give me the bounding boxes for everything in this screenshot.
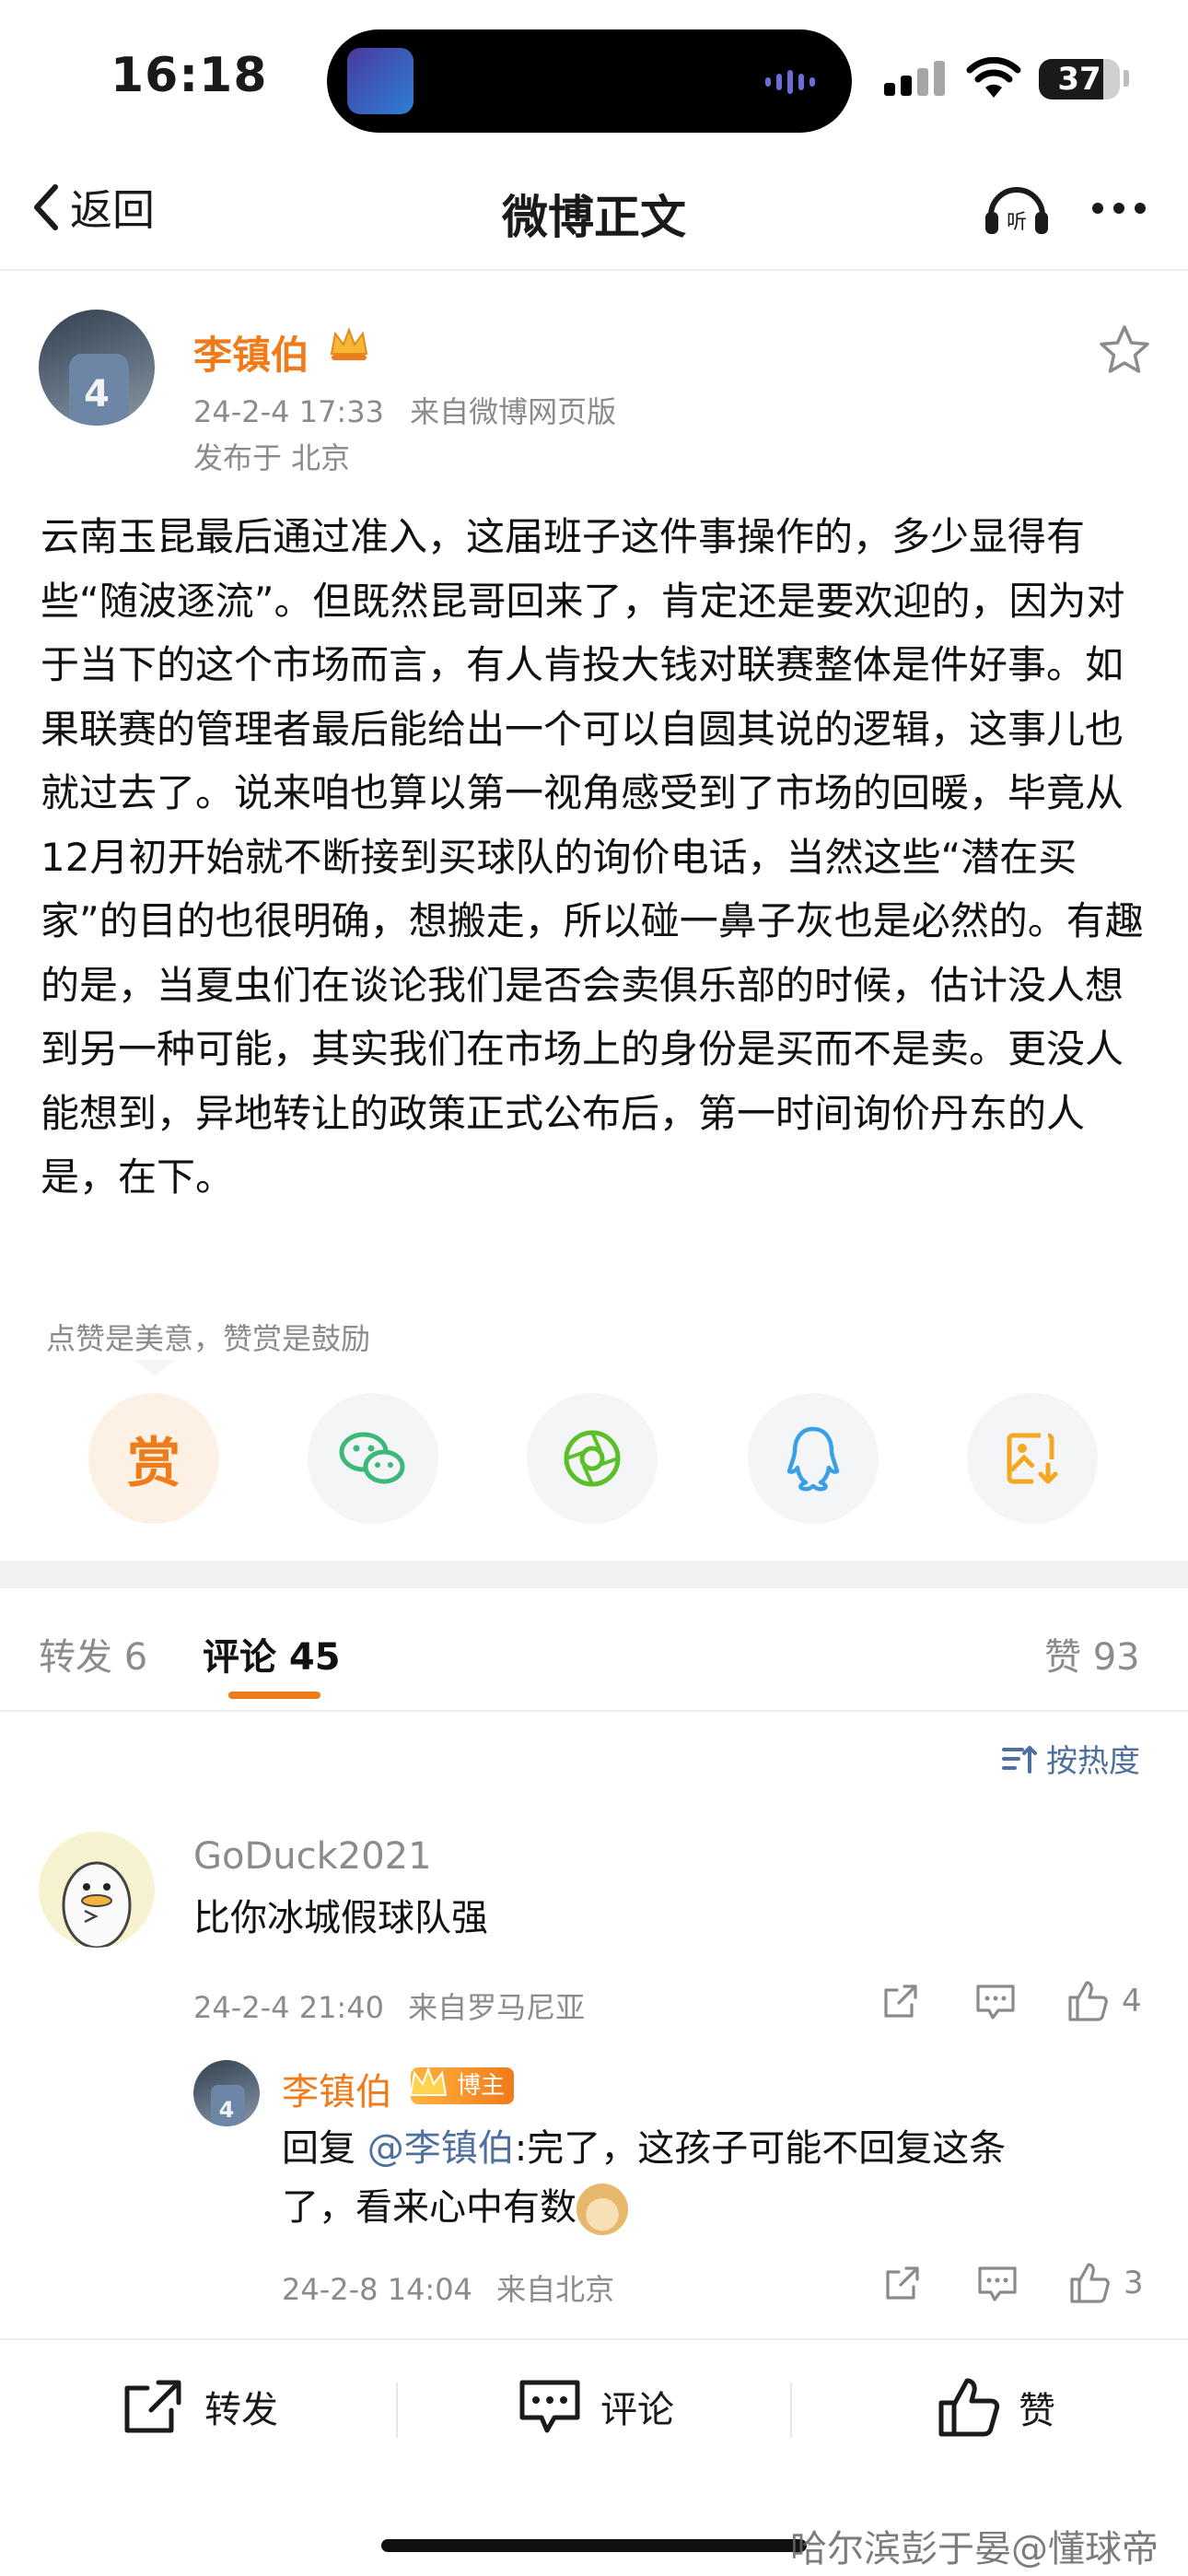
like-reply-button[interactable]: 3 (1066, 2261, 1144, 2305)
author-name[interactable]: 李镇伯 (193, 324, 309, 381)
wechat-icon (339, 1432, 405, 1484)
author-avatar[interactable]: 4 (39, 310, 155, 426)
sort-icon (1002, 1745, 1037, 1774)
battery-cap (1124, 70, 1129, 87)
favorite-star-icon[interactable] (1096, 322, 1153, 380)
reply-text-line2: 了，看来心中有数 (282, 2186, 577, 2229)
active-tab-indicator (228, 1692, 320, 1699)
comment-text: 比你冰城假球队强 (193, 1897, 488, 1939)
comment-meta: 24-2-4 21:40 来自罗马尼亚 (193, 1985, 585, 2027)
bottom-bar-divider (0, 2338, 1188, 2340)
reply-reply-icon[interactable] (976, 2263, 1019, 2303)
watermark: 哈尔滨彭于晏@懂球帝 (790, 2528, 1159, 2570)
sort-by-heat-button[interactable]: 按热度 (1000, 1736, 1140, 1781)
repost-icon (124, 2380, 181, 2433)
header-divider (0, 269, 1188, 271)
bottom-like-button[interactable]: 赞 (936, 2377, 1055, 2438)
reply-comment-icon[interactable] (974, 1981, 1017, 2021)
bottom-comment-button[interactable]: 评论 (518, 2377, 674, 2436)
reply-prefix: 回复 (282, 2127, 367, 2170)
thumbs-up-icon (1068, 1981, 1108, 2021)
comment-time: 24-2-4 21:40 (193, 1990, 384, 2025)
svg-text:听: 听 (1007, 211, 1027, 234)
bottom-separator (396, 2383, 398, 2438)
hint-pointer (134, 1360, 175, 1376)
like-icon (938, 2378, 1000, 2437)
reward-hint: 点赞是美意，赞赏是鼓励 (46, 1321, 371, 1356)
reply-avatar[interactable]: 4 (193, 2060, 260, 2126)
dynamic-island[interactable] (327, 29, 852, 133)
tab-repost[interactable]: 转发 6 (39, 1627, 147, 1680)
reply-text: 回复 @李镇伯:完了，这孩子可能不回复这条 了，看来心中有数 (282, 2119, 1129, 2237)
sort-label: 按热度 (1046, 1743, 1140, 1780)
post-location: 发布于 北京 (193, 440, 351, 475)
home-indicator[interactable] (381, 2539, 807, 2552)
comment-like-count: 4 (1122, 1983, 1142, 2020)
post-source: 来自微博网页版 (410, 394, 617, 429)
commenter-avatar[interactable] (39, 1832, 155, 1948)
reply-time: 24-2-8 14:04 (282, 2272, 472, 2307)
bottom-repost-label: 转发 (204, 2389, 278, 2431)
reply-like-count: 3 (1124, 2265, 1144, 2301)
battery-percent: 37 (1057, 61, 1101, 98)
tab-likes[interactable]: 赞 93 (1044, 1627, 1140, 1680)
status-time: 16:18 (111, 48, 268, 103)
reply-author-name[interactable]: 李镇伯 (282, 2062, 392, 2115)
audio-wave-icon (765, 70, 815, 94)
tabs-divider (0, 1710, 1188, 1712)
post-body: 云南玉昆最后通过准入，这届班子这件事操作的，多少显得有些“随波逐流”。但既然昆哥… (41, 514, 1144, 1200)
now-playing-thumbnail[interactable] (347, 48, 413, 114)
save-image-icon (1007, 1433, 1058, 1484)
reward-button[interactable]: 赏 (88, 1393, 219, 1524)
reply-meta: 24-2-8 14:04 来自北京 (282, 2266, 614, 2309)
post-timestamp: 24-2-4 17:33 (193, 394, 384, 429)
reply-mention-link[interactable]: @李镇伯 (367, 2127, 515, 2170)
reply-text-line1: :完了，这孩子可能不回复这条 (514, 2127, 1007, 2170)
repost-reply-icon[interactable] (882, 2263, 923, 2303)
thumbs-up-icon (1070, 2263, 1110, 2303)
badge-crown-icon (409, 2067, 448, 2096)
commenter-name[interactable]: GoDuck2021 (193, 1835, 432, 1878)
share-qq-button[interactable] (748, 1393, 879, 1524)
save-image-button[interactable] (967, 1393, 1098, 1524)
reward-icon: 赏 (126, 1432, 181, 1494)
share-moments-button[interactable] (527, 1393, 658, 1524)
share-wechat-button[interactable] (308, 1393, 438, 1524)
wifi-icon (966, 57, 1021, 98)
listen-icon[interactable]: 听 (980, 175, 1054, 240)
doge-emoji-icon (577, 2184, 628, 2235)
section-separator (0, 1561, 1188, 1588)
battery-icon: 37 (1039, 59, 1120, 100)
moments-icon (564, 1430, 621, 1487)
qq-icon (786, 1426, 840, 1492)
cellular-signal-icon (884, 61, 945, 96)
comment-source: 来自罗马尼亚 (408, 1990, 586, 2025)
more-options-icon[interactable] (1087, 175, 1151, 240)
bottom-comment-label: 评论 (600, 2389, 674, 2431)
bottom-like-label: 赞 (1019, 2390, 1055, 2432)
reply-source: 来自北京 (496, 2272, 615, 2307)
like-comment-button[interactable]: 4 (1065, 1979, 1142, 2023)
post-meta: 24-2-4 17:33 来自微博网页版 (193, 389, 616, 431)
tab-comments[interactable]: 评论 45 (203, 1627, 341, 1680)
bottom-repost-button[interactable]: 转发 (122, 2377, 278, 2436)
bottom-separator (790, 2383, 792, 2438)
comment-icon (519, 2380, 580, 2433)
vip-crown-icon (330, 327, 368, 360)
repost-comment-icon[interactable] (880, 1981, 921, 2021)
duck-avatar-icon (62, 1861, 132, 1948)
